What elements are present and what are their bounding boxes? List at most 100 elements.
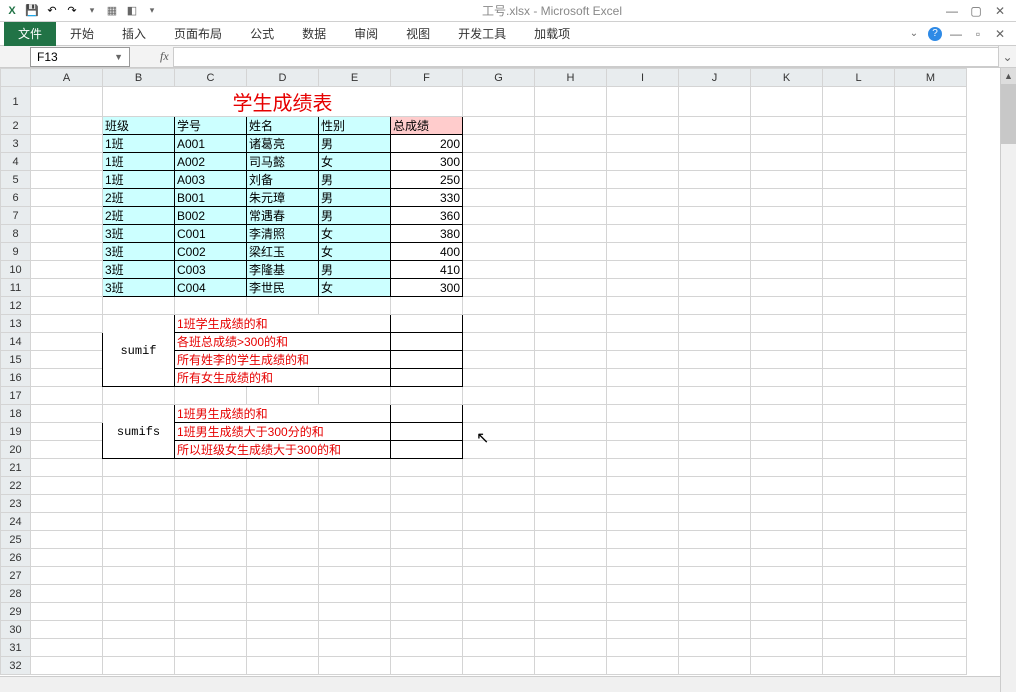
data-cell[interactable]: 朱元璋 [247, 189, 319, 207]
row-header[interactable]: 6 [1, 189, 31, 207]
row-header[interactable]: 1 [1, 87, 31, 117]
cell[interactable] [751, 549, 823, 567]
cell[interactable] [751, 531, 823, 549]
cell[interactable] [463, 639, 535, 657]
sumif-result[interactable] [391, 369, 463, 387]
name-box-dropdown-icon[interactable]: ▼ [114, 52, 123, 62]
cell[interactable] [319, 621, 391, 639]
cell[interactable] [391, 531, 463, 549]
cell[interactable] [31, 243, 103, 261]
cell[interactable] [823, 477, 895, 495]
row-header[interactable]: 13 [1, 315, 31, 333]
cell[interactable] [175, 639, 247, 657]
cell[interactable] [103, 567, 175, 585]
ribbon-min-icon[interactable]: ⌄ [906, 26, 922, 42]
qat-dropdown-icon[interactable]: ▾ [144, 3, 160, 19]
row-header[interactable]: 14 [1, 333, 31, 351]
data-cell[interactable]: A001 [175, 135, 247, 153]
cell[interactable] [31, 87, 103, 117]
cell[interactable] [823, 603, 895, 621]
cell[interactable] [679, 243, 751, 261]
cell[interactable] [31, 171, 103, 189]
cell[interactable] [535, 639, 607, 657]
table-header[interactable]: 性别 [319, 117, 391, 135]
cell[interactable] [895, 279, 967, 297]
cell[interactable] [751, 459, 823, 477]
row-header[interactable]: 15 [1, 351, 31, 369]
file-tab[interactable]: 文件 [4, 22, 56, 46]
cell[interactable] [823, 333, 895, 351]
data-cell[interactable]: B001 [175, 189, 247, 207]
cell[interactable] [679, 207, 751, 225]
cell[interactable] [751, 189, 823, 207]
sumifs-result[interactable] [391, 441, 463, 459]
row-header[interactable]: 23 [1, 495, 31, 513]
cell[interactable] [679, 567, 751, 585]
cell[interactable] [175, 495, 247, 513]
cell[interactable] [895, 441, 967, 459]
cell[interactable] [895, 567, 967, 585]
cell[interactable] [319, 495, 391, 513]
col-header[interactable]: E [319, 69, 391, 87]
cell[interactable] [31, 135, 103, 153]
col-header[interactable]: K [751, 69, 823, 87]
col-header[interactable]: B [103, 69, 175, 87]
qat-custom1-icon[interactable]: ▦ [104, 3, 120, 19]
data-cell[interactable]: C003 [175, 261, 247, 279]
row-header[interactable]: 10 [1, 261, 31, 279]
cell[interactable] [679, 135, 751, 153]
cell[interactable] [895, 639, 967, 657]
cell[interactable] [607, 405, 679, 423]
cell[interactable] [391, 459, 463, 477]
cell[interactable] [175, 297, 247, 315]
row-header[interactable]: 25 [1, 531, 31, 549]
cell[interactable] [535, 189, 607, 207]
col-header[interactable]: F [391, 69, 463, 87]
cell[interactable] [31, 567, 103, 585]
cell[interactable] [535, 531, 607, 549]
cell[interactable] [895, 405, 967, 423]
col-header[interactable]: H [535, 69, 607, 87]
row-header[interactable]: 29 [1, 603, 31, 621]
cell[interactable] [607, 657, 679, 675]
sumif-desc[interactable]: 各班总成绩>300的和 [175, 333, 391, 351]
cell[interactable] [31, 117, 103, 135]
data-cell[interactable]: 男 [319, 135, 391, 153]
cell[interactable] [607, 333, 679, 351]
cell[interactable] [247, 603, 319, 621]
cell[interactable] [751, 477, 823, 495]
cell[interactable] [823, 243, 895, 261]
cell[interactable] [463, 369, 535, 387]
cell[interactable] [607, 153, 679, 171]
cell[interactable] [463, 459, 535, 477]
data-cell[interactable]: A002 [175, 153, 247, 171]
cell[interactable] [679, 387, 751, 405]
cell[interactable] [895, 549, 967, 567]
cell[interactable] [751, 207, 823, 225]
cell[interactable] [751, 351, 823, 369]
cell[interactable] [823, 495, 895, 513]
cell[interactable] [535, 171, 607, 189]
data-cell[interactable]: 3班 [103, 243, 175, 261]
row-header[interactable]: 20 [1, 441, 31, 459]
cell[interactable] [175, 459, 247, 477]
cell[interactable] [103, 477, 175, 495]
cell[interactable] [247, 477, 319, 495]
data-cell[interactable]: 常遇春 [247, 207, 319, 225]
cell[interactable] [175, 513, 247, 531]
cell[interactable] [463, 207, 535, 225]
cell[interactable] [103, 549, 175, 567]
workbook-restore-icon[interactable]: ▫ [970, 26, 986, 42]
row-header[interactable]: 2 [1, 117, 31, 135]
cell[interactable] [751, 405, 823, 423]
row-header[interactable]: 4 [1, 153, 31, 171]
formula-input[interactable] [173, 47, 998, 67]
cell[interactable] [679, 477, 751, 495]
sumif-label[interactable]: sumif [103, 315, 175, 387]
cell[interactable] [751, 153, 823, 171]
cell[interactable] [319, 639, 391, 657]
cell[interactable] [31, 531, 103, 549]
sumifs-label[interactable]: sumifs [103, 405, 175, 459]
cell[interactable] [823, 387, 895, 405]
cell[interactable] [31, 369, 103, 387]
